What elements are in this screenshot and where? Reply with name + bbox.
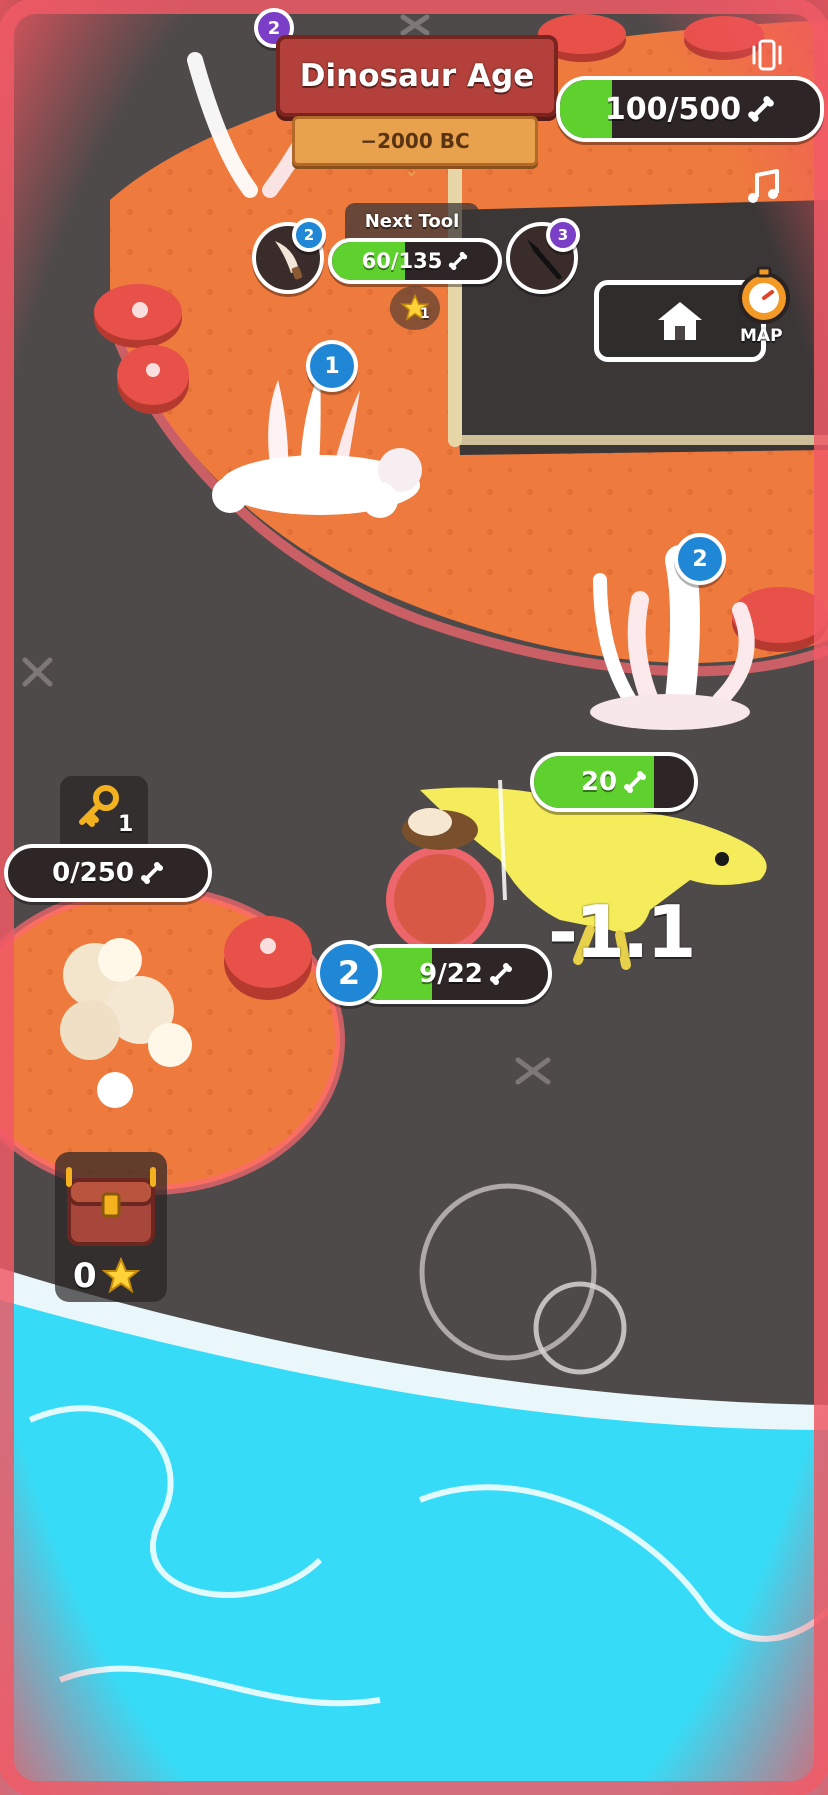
stopwatch-icon	[738, 266, 790, 324]
key-icon	[79, 785, 119, 827]
next-tool-reward: 1	[390, 286, 440, 330]
bone-icon	[140, 862, 163, 884]
title-sign: Dinosaur Age	[276, 35, 558, 117]
bone-counter-text: 100/500	[604, 91, 742, 127]
enemy-health-text: 20	[580, 767, 618, 797]
bone-icon	[624, 771, 647, 793]
bone-counter: 100/500	[556, 76, 824, 142]
enemy-health-bar: 20	[530, 752, 698, 812]
next-tool-progress-text: 60/135	[361, 249, 443, 273]
next-tool-progress: 60/135	[328, 238, 502, 284]
bone-pile-2-level-badge: 2	[674, 533, 726, 585]
damage-text: -1.1	[548, 890, 696, 974]
next-tool-label-box: Next Tool	[345, 203, 479, 239]
next-tool-label: Next Tool	[364, 210, 460, 232]
player-level-badge: 2	[316, 940, 382, 1006]
player-xp-text: 9/22	[419, 959, 483, 989]
music-note-icon	[748, 169, 779, 203]
page-title: Dinosaur Age	[299, 58, 535, 94]
key-unlock-progress: 0/250	[4, 844, 212, 902]
next-tool-level-badge: 3	[546, 218, 580, 252]
music-button[interactable]	[740, 162, 790, 212]
chest-star-count: 0	[73, 1256, 97, 1296]
bone-pile-1-level-badge: 1	[306, 340, 358, 392]
era-ribbon: −2000 BC	[292, 116, 538, 166]
key-count-box: 1	[60, 776, 148, 846]
bone-icon	[449, 251, 468, 271]
key-unlock-text: 0/250	[52, 858, 134, 888]
bone-icon	[489, 963, 512, 985]
era-text: −2000 BC	[360, 129, 470, 153]
chest-button[interactable]: 0	[55, 1152, 167, 1302]
next-tool-reward-count: 1	[420, 306, 430, 322]
vibration-icon	[752, 39, 782, 71]
star-icon	[101, 1256, 141, 1294]
vibration-button[interactable]	[744, 32, 790, 78]
bone-icon	[748, 96, 774, 122]
key-count: 1	[118, 812, 134, 837]
home-icon	[658, 302, 702, 340]
treasure-chest-icon	[66, 1167, 156, 1246]
chevron-down-icon: ⌄	[404, 160, 420, 181]
map-button-label: MAP	[740, 326, 783, 346]
current-tool-level-badge: 2	[292, 218, 326, 252]
map-button[interactable]: MAP	[732, 262, 796, 350]
